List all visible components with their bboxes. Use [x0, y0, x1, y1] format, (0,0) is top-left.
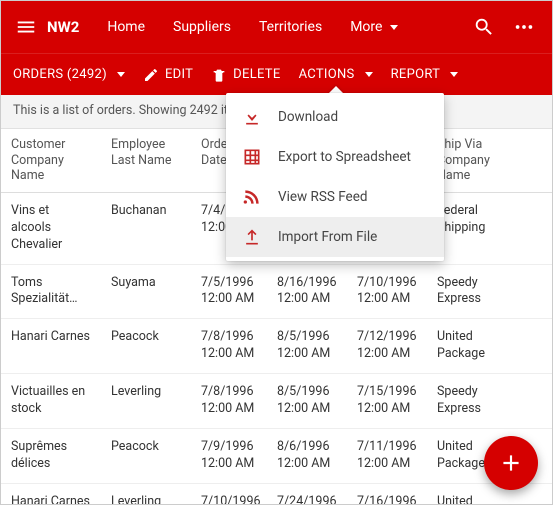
menu-download[interactable]: Download	[226, 97, 444, 137]
cell-employee: Suyama	[101, 265, 191, 319]
cell-customer: Vins et alcools Chevalier	[1, 193, 101, 264]
cell-shipped: 7/10/1996 12:00 AM	[347, 265, 427, 319]
cell-required: 8/5/1996 12:00 AM	[267, 374, 347, 428]
col-customer[interactable]: Customer Company Name	[1, 129, 101, 192]
report-label: REPORT	[391, 67, 441, 82]
nav-more-label: More	[350, 19, 382, 35]
nav-suppliers[interactable]: Suppliers	[159, 19, 245, 35]
actions-label: ACTIONS	[299, 67, 355, 82]
cell-shipvia: Speedy Express	[427, 374, 527, 428]
more-horizontal-icon[interactable]	[504, 16, 544, 38]
cell-shipped: 7/16/1996 12:00 AM	[347, 484, 427, 505]
cell-order_date: 7/8/1996 12:00 AM	[191, 374, 267, 428]
actions-dropdown[interactable]: ACTIONS	[299, 67, 373, 82]
menu-export-label: Export to Spreadsheet	[278, 149, 411, 165]
delete-button[interactable]: DELETE	[211, 67, 280, 83]
delete-label: DELETE	[233, 67, 280, 82]
report-dropdown[interactable]: REPORT	[391, 67, 459, 82]
cell-order_date: 7/8/1996 12:00 AM	[191, 319, 267, 373]
edit-label: EDIT	[165, 67, 193, 82]
cell-shipvia: Speedy Express	[427, 265, 527, 319]
search-icon[interactable]	[464, 16, 504, 38]
menu-export[interactable]: Export to Spreadsheet	[226, 137, 444, 177]
col-employee[interactable]: Employee Last Name	[101, 129, 191, 192]
cell-required: 8/5/1996 12:00 AM	[267, 319, 347, 373]
menu-import[interactable]: Import From File	[226, 217, 444, 257]
cell-required: 8/6/1996 12:00 AM	[267, 429, 347, 483]
chevron-down-icon	[390, 25, 398, 30]
menu-rss-label: View RSS Feed	[278, 189, 367, 205]
table-row[interactable]: Toms Spezialität…Suyama7/5/1996 12:00 AM…	[1, 265, 552, 320]
menu-import-label: Import From File	[278, 229, 377, 245]
cell-employee: Buchanan	[101, 193, 191, 264]
cell-employee: Peacock	[101, 429, 191, 483]
actions-menu: Download Export to Spreadsheet View RSS …	[226, 93, 444, 261]
cell-customer: Suprêmes délices	[1, 429, 101, 483]
menu-icon[interactable]	[9, 16, 43, 38]
cell-order_date: 7/9/1996 12:00 AM	[191, 429, 267, 483]
cell-customer: Hanari Carnes	[1, 319, 101, 373]
cell-shipvia: United Package	[427, 319, 527, 373]
edit-button[interactable]: EDIT	[143, 67, 193, 83]
cell-shipped: 7/15/1996 12:00 AM	[347, 374, 427, 428]
upload-icon	[242, 227, 262, 247]
cell-order_date: 7/10/1996 12:00 AM	[191, 484, 267, 505]
cell-order_date: 7/5/1996 12:00 AM	[191, 265, 267, 319]
menu-download-label: Download	[278, 109, 338, 125]
cell-customer: Victuailles en stock	[1, 374, 101, 428]
nav-home[interactable]: Home	[93, 19, 159, 35]
cell-shipped: 7/12/1996 12:00 AM	[347, 319, 427, 373]
table-row[interactable]: Hanari CarnesLeverling7/10/1996 12:00 AM…	[1, 484, 552, 505]
plus-icon	[498, 450, 524, 476]
download-icon	[242, 107, 262, 127]
table-row[interactable]: Hanari CarnesPeacock7/8/1996 12:00 AM8/5…	[1, 319, 552, 374]
fab-add[interactable]	[484, 436, 538, 490]
cell-employee: Leverling	[101, 484, 191, 505]
cell-customer: Hanari Carnes	[1, 484, 101, 505]
rss-icon	[242, 187, 262, 207]
cell-employee: Leverling	[101, 374, 191, 428]
brand-label: NW2	[43, 18, 93, 36]
chevron-down-icon	[450, 72, 458, 77]
cell-shipped: 7/11/1996 12:00 AM	[347, 429, 427, 483]
chevron-down-icon	[365, 72, 373, 77]
cell-required: 8/16/1996 12:00 AM	[267, 265, 347, 319]
menu-rss[interactable]: View RSS Feed	[226, 177, 444, 217]
nav-territories[interactable]: Territories	[245, 19, 336, 35]
grid-icon	[242, 147, 262, 167]
cell-customer: Toms Spezialität…	[1, 265, 101, 319]
cell-employee: Peacock	[101, 319, 191, 373]
chevron-down-icon	[117, 72, 125, 77]
orders-dropdown[interactable]: ORDERS (2492)	[13, 67, 125, 82]
orders-label: ORDERS (2492)	[13, 67, 107, 82]
table-row[interactable]: Suprêmes délicesPeacock7/9/1996 12:00 AM…	[1, 429, 552, 484]
table-row[interactable]: Victuailles en stockLeverling7/8/1996 12…	[1, 374, 552, 429]
nav-more[interactable]: More	[336, 19, 412, 35]
cell-required: 7/24/1996 12:00 AM	[267, 484, 347, 505]
